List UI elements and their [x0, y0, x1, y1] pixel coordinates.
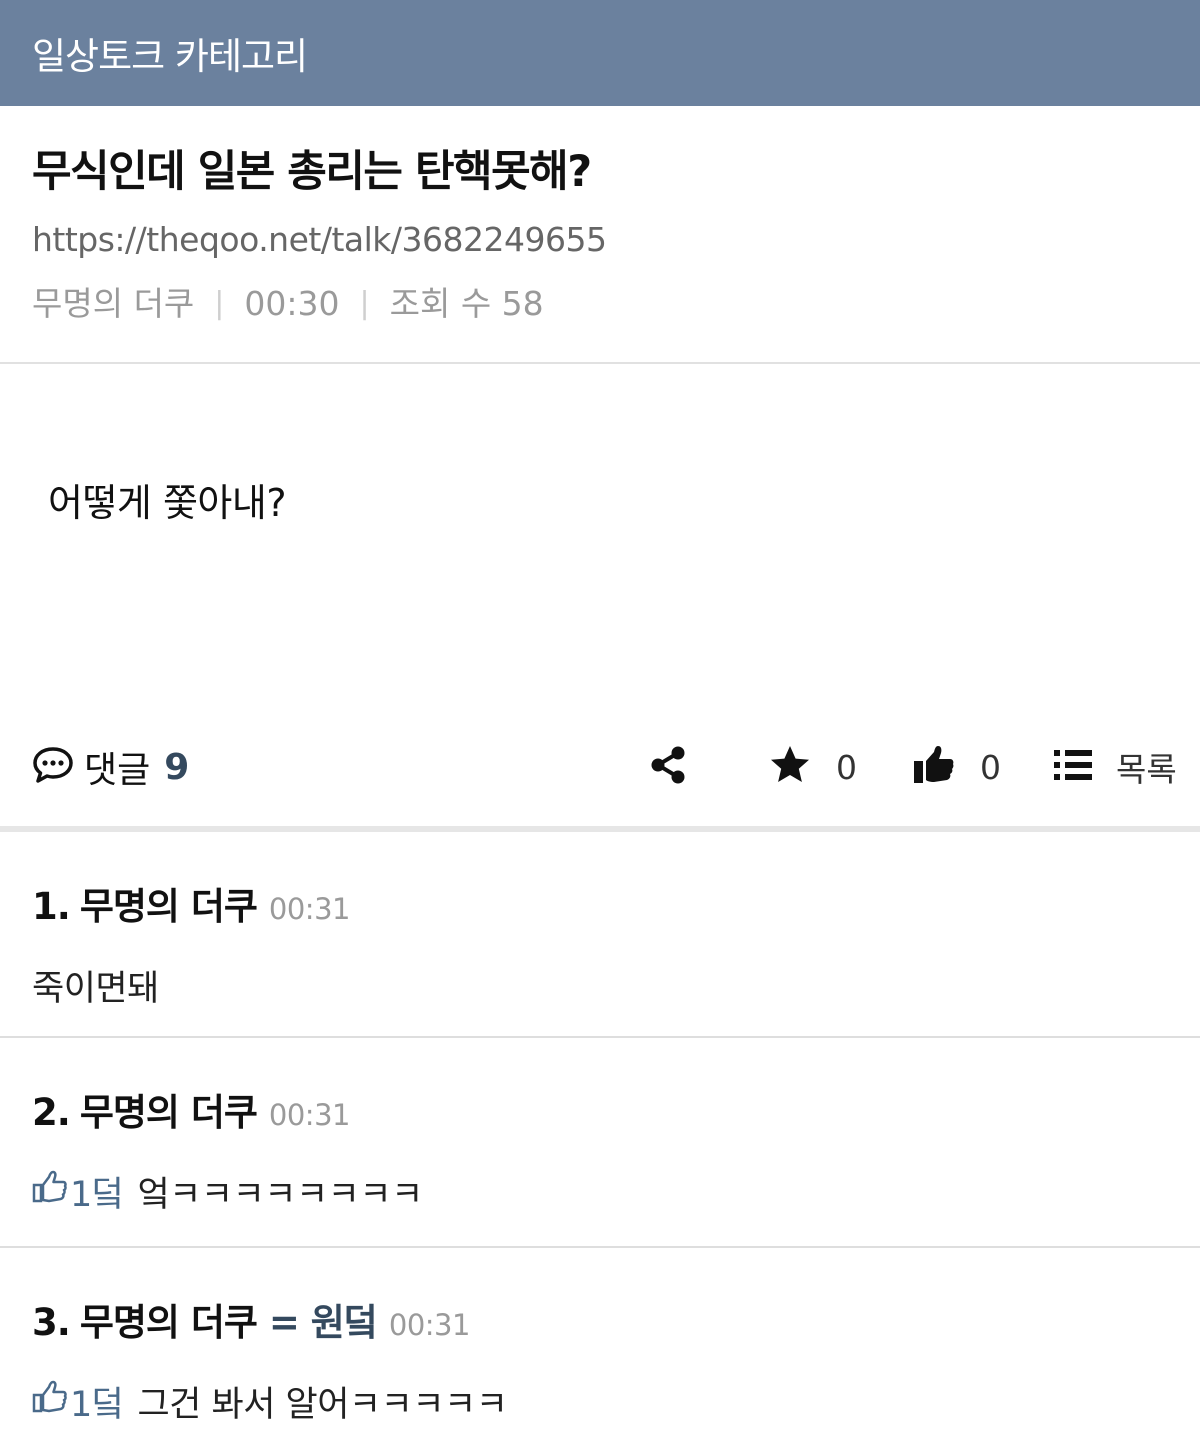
post-title: 무식인데 일본 총리는 탄핵못해? [32, 147, 592, 197]
post-meta: 무명의 더쿠 | 00:30 | 조회 수 58 [32, 284, 1168, 324]
comment-index: 2. [32, 1091, 71, 1134]
thumbs-up-outline-icon [32, 1380, 70, 1423]
comment-like-count: 1덬 [70, 1175, 124, 1215]
list-button[interactable]: 목록 [1052, 712, 1177, 822]
comment-like-badge[interactable]: 1덬 [32, 1376, 124, 1427]
like-button[interactable]: 0 [912, 712, 1001, 822]
share-button[interactable] [650, 712, 686, 822]
post-time: 00:30 [244, 284, 340, 323]
comment-author: 무명의 더쿠 [79, 1301, 258, 1344]
comment-body: 1덬 그건 봐서 알어ㅋㅋㅋㅋㅋ [32, 1376, 1168, 1427]
star-count: 0 [836, 747, 857, 787]
comment-time: 00:31 [388, 1308, 471, 1342]
list-label: 목록 [1116, 750, 1177, 789]
comment-header: 3. 무명의 더쿠 = 원덬 00:31 [32, 1292, 1168, 1346]
comment-text: 엌ㅋㅋㅋㅋㅋㅋㅋㅋ [137, 1175, 423, 1215]
comment-header: 2. 무명의 더쿠 00:31 [32, 1082, 1168, 1136]
comments-count: 9 [164, 746, 190, 788]
comment-text: 죽이면돼 [32, 969, 159, 1009]
speech-bubble-icon [32, 745, 74, 789]
comment-time: 00:31 [268, 1098, 351, 1132]
star-icon [768, 744, 812, 790]
comment-body: 죽이면돼 [32, 960, 1168, 1011]
comment-index: 3. [32, 1301, 71, 1344]
comment-header: 1. 무명의 더쿠 00:31 [32, 876, 1168, 930]
comment-item[interactable]: 2. 무명의 더쿠 00:31 1덬 엌ㅋㅋㅋㅋㅋㅋㅋㅋ [0, 1038, 1200, 1248]
comments-button[interactable]: 댓글 9 [32, 712, 189, 822]
post-header: 무식인데 일본 총리는 탄핵못해? https://theqoo.net/tal… [0, 106, 1200, 364]
post-actions: 댓글 9 0 0 목록 [0, 712, 1200, 822]
thumbs-up-outline-icon [32, 1170, 70, 1213]
comment-text: 그건 봐서 알어ㅋㅋㅋㅋㅋ [137, 1385, 508, 1425]
post-author: 무명의 더쿠 [32, 284, 195, 323]
category-header[interactable]: 일상토크 카테고리 [0, 0, 1200, 106]
list-icon [1052, 747, 1094, 787]
post-body: 어떻게 쫓아내? [0, 364, 1200, 712]
comments-label: 댓글 [84, 750, 151, 791]
star-button[interactable]: 0 [768, 712, 857, 822]
comment-time: 00:31 [268, 892, 351, 926]
comment-body: 1덬 엌ㅋㅋㅋㅋㅋㅋㅋㅋ [32, 1166, 1168, 1217]
comment-like-count: 1덬 [70, 1385, 124, 1425]
post-body-text: 어떻게 쫓아내? [48, 481, 287, 525]
meta-divider: | [359, 286, 370, 321]
meta-divider: | [214, 286, 225, 321]
post-url[interactable]: https://theqoo.net/talk/3682249655 [32, 220, 1168, 260]
comment-item[interactable]: 1. 무명의 더쿠 00:31 죽이면돼 [0, 832, 1200, 1038]
comment-item[interactable]: 3. 무명의 더쿠 = 원덬 00:31 1덬 그건 봐서 알어ㅋㅋㅋㅋㅋ [0, 1248, 1200, 1448]
comment-like-badge[interactable]: 1덬 [32, 1166, 124, 1217]
share-icon [650, 745, 686, 789]
thumbs-up-icon [912, 744, 956, 790]
comment-index: 1. [32, 885, 71, 928]
like-count: 0 [980, 747, 1001, 787]
category-title: 일상토크 카테고리 [32, 35, 308, 78]
post-views: 조회 수 58 [389, 284, 544, 323]
comment-author: 무명의 더쿠 [79, 885, 258, 928]
original-poster-tag: = 원덬 [268, 1301, 378, 1344]
comment-author: 무명의 더쿠 [79, 1091, 258, 1134]
